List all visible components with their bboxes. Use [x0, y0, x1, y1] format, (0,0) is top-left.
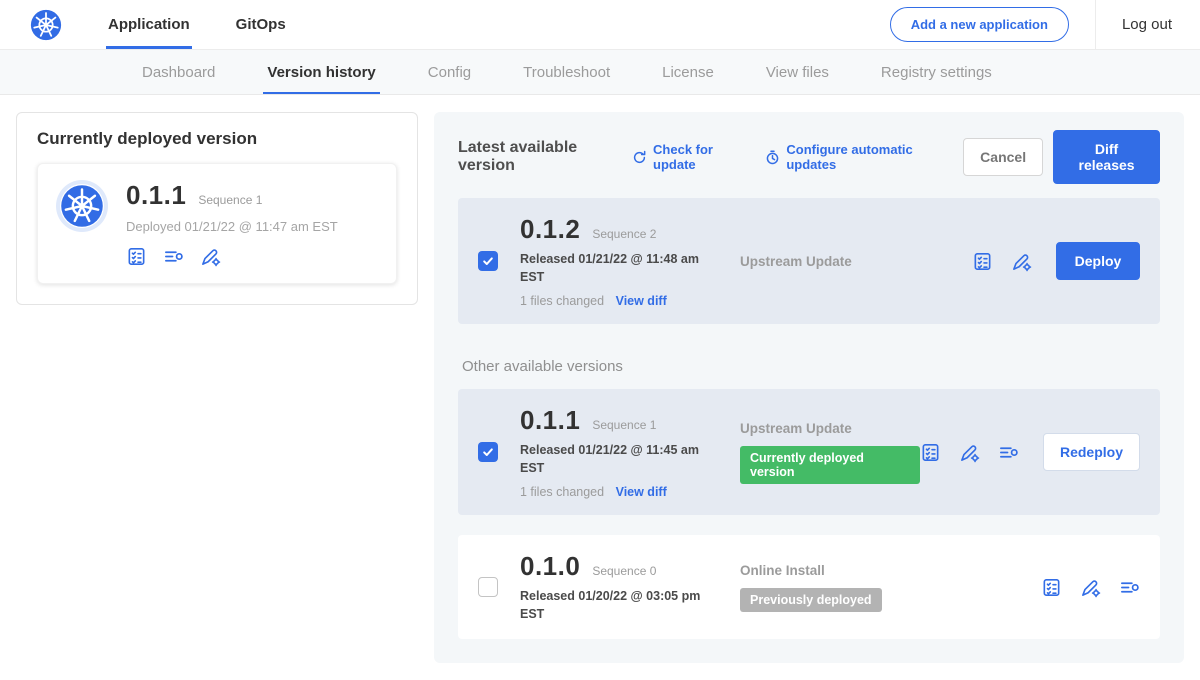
check-for-update-label: Check for update: [653, 142, 743, 172]
subnav-tab-config[interactable]: Config: [402, 50, 497, 94]
version-row-0-1-1: 0.1.1 Sequence 1 Released 01/21/22 @ 11:…: [458, 389, 1160, 515]
checkmark-icon: [482, 255, 494, 267]
kubernetes-logo: [30, 9, 62, 41]
files-changed-label: 1 files changed: [520, 294, 604, 308]
deployed-timestamp: Deployed 01/21/22 @ 11:47 am EST: [126, 219, 338, 234]
kubernetes-helm-icon: [30, 9, 62, 41]
diff-releases-button[interactable]: Diff releases: [1053, 130, 1160, 184]
topnav-tab-gitops[interactable]: GitOps: [234, 0, 288, 49]
configure-automatic-updates-label: Configure automatic updates: [786, 142, 941, 172]
version-source: Upstream Update: [728, 254, 972, 269]
deployed-version-number: 0.1.1: [126, 180, 186, 211]
files-changed-row: 1 files changed View diff: [520, 485, 728, 499]
view-diff-link[interactable]: View diff: [616, 294, 667, 308]
version-checkbox[interactable]: [478, 251, 498, 271]
check-for-update-link[interactable]: Check for update: [632, 142, 743, 172]
version-info: 0.1.0 Sequence 0 Released 01/20/22 @ 03:…: [520, 551, 728, 623]
version-number: 0.1.2: [520, 214, 580, 245]
subnav: Dashboard Version history Config Trouble…: [0, 50, 1200, 95]
deploy-button[interactable]: Deploy: [1056, 242, 1140, 280]
configure-automatic-updates-link[interactable]: Configure automatic updates: [765, 142, 941, 172]
files-changed-label: 1 files changed: [520, 485, 604, 499]
released-timestamp: Released 01/21/22 @ 11:45 am EST: [520, 442, 705, 477]
version-sequence: Sequence 1: [592, 418, 656, 432]
topnav-right: Add a new application Log out: [890, 0, 1172, 49]
version-number: 0.1.1: [520, 405, 580, 436]
previously-deployed-badge: Previously deployed: [740, 588, 882, 612]
kubernetes-helm-icon: [60, 184, 104, 228]
panel-header: Latest available version Check for updat…: [458, 130, 1160, 184]
subnav-tab-dashboard[interactable]: Dashboard: [116, 50, 241, 94]
released-timestamp: Released 01/21/22 @ 11:48 am EST: [520, 251, 705, 286]
version-sequence: Sequence 0: [592, 564, 656, 578]
version-row-0-1-2: 0.1.2 Sequence 2 Released 01/21/22 @ 11:…: [458, 198, 1160, 324]
deployed-version-details: 0.1.1 Sequence 1 Deployed 01/21/22 @ 11:…: [126, 180, 338, 267]
add-new-application-button[interactable]: Add a new application: [890, 7, 1069, 42]
subnav-tab-version-history[interactable]: Version history: [241, 50, 401, 94]
latest-available-title: Latest available version: [458, 139, 616, 175]
version-source: Upstream Update Currently deployed versi…: [728, 421, 920, 484]
file-diff-icon[interactable]: [1119, 577, 1140, 598]
main-content: Currently deployed version 0.1.1 Sequenc…: [0, 95, 1200, 680]
logout-link[interactable]: Log out: [1095, 0, 1172, 49]
source-label: Upstream Update: [740, 421, 920, 436]
file-diff-icon[interactable]: [163, 246, 184, 267]
source-label: Online Install: [740, 563, 1041, 578]
released-timestamp: Released 01/20/22 @ 03:05 pm EST: [520, 588, 705, 623]
file-diff-icon[interactable]: [998, 442, 1019, 463]
deployed-card-title: Currently deployed version: [37, 129, 397, 149]
version-number: 0.1.0: [520, 551, 580, 582]
redeploy-button[interactable]: Redeploy: [1043, 433, 1140, 471]
version-info: 0.1.2 Sequence 2 Released 01/21/22 @ 11:…: [520, 214, 728, 308]
version-row-0-1-0: 0.1.0 Sequence 0 Released 01/20/22 @ 03:…: [458, 535, 1160, 639]
version-history-panel: Latest available version Check for updat…: [434, 112, 1184, 663]
subnav-tab-view-files[interactable]: View files: [740, 50, 855, 94]
deployed-actions: [126, 246, 338, 267]
release-notes-icon[interactable]: [920, 442, 941, 463]
refresh-icon: [632, 150, 647, 165]
version-actions: Deploy: [972, 242, 1140, 280]
version-actions: Redeploy: [920, 433, 1140, 471]
deployed-version-card: 0.1.1 Sequence 1 Deployed 01/21/22 @ 11:…: [37, 163, 397, 284]
clock-icon: [765, 150, 780, 165]
config-icon[interactable]: [959, 442, 980, 463]
files-changed-row: 1 files changed View diff: [520, 294, 728, 308]
release-notes-icon[interactable]: [972, 251, 993, 272]
topnav-tab-application[interactable]: Application: [106, 0, 192, 49]
version-source: Online Install Previously deployed: [728, 563, 1041, 612]
version-checkbox[interactable]: [478, 442, 498, 462]
cancel-button[interactable]: Cancel: [963, 138, 1043, 176]
deployed-sequence-label: Sequence 1: [198, 193, 262, 207]
subnav-tab-license[interactable]: License: [636, 50, 740, 94]
checkmark-icon: [482, 446, 494, 458]
version-actions: [1041, 577, 1140, 598]
config-icon[interactable]: [1011, 251, 1032, 272]
top-navbar: Application GitOps Add a new application…: [0, 0, 1200, 50]
version-checkbox[interactable]: [478, 577, 498, 597]
version-info: 0.1.1 Sequence 1 Released 01/21/22 @ 11:…: [520, 405, 728, 499]
currently-deployed-badge: Currently deployed version: [740, 446, 920, 484]
release-notes-icon[interactable]: [126, 246, 147, 267]
app-avatar: [60, 184, 104, 228]
version-sequence: Sequence 2: [592, 227, 656, 241]
config-icon[interactable]: [200, 246, 221, 267]
source-label: Upstream Update: [740, 254, 972, 269]
subnav-tab-troubleshoot[interactable]: Troubleshoot: [497, 50, 636, 94]
currently-deployed-card: Currently deployed version 0.1.1 Sequenc…: [16, 112, 418, 305]
release-notes-icon[interactable]: [1041, 577, 1062, 598]
view-diff-link[interactable]: View diff: [616, 485, 667, 499]
config-icon[interactable]: [1080, 577, 1101, 598]
other-versions-label: Other available versions: [462, 358, 1156, 375]
topnav-tabs: Application GitOps: [106, 0, 330, 49]
subnav-tab-registry-settings[interactable]: Registry settings: [855, 50, 1018, 94]
